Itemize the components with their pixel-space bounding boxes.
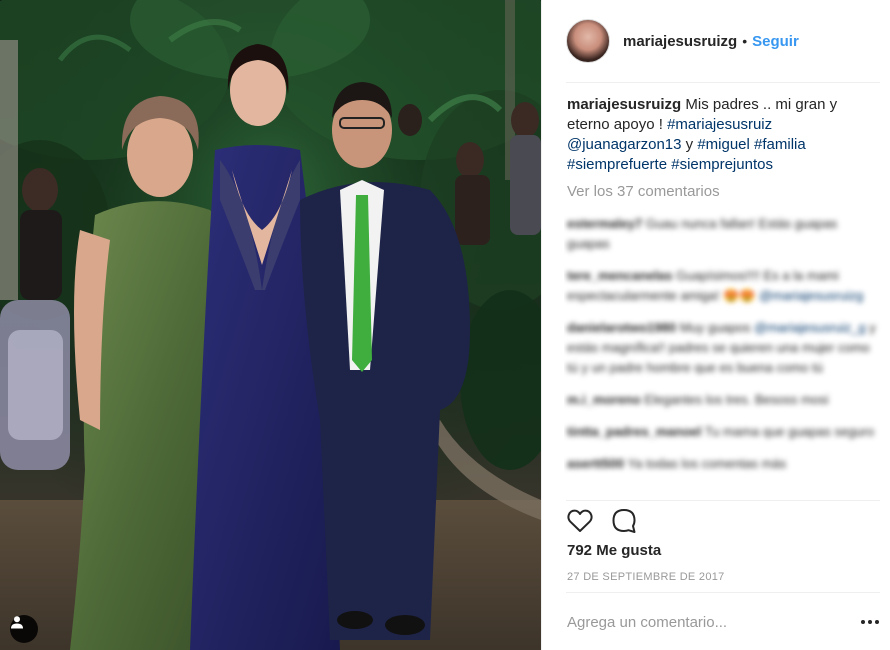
comment-text: Ya todas los comentas más (624, 456, 787, 471)
heart-icon (567, 509, 593, 532)
list-item: m.i_moreno Elegantes los tres. Besoss mo… (564, 384, 882, 416)
list-item: estermaley7 Guau nunca fallan! Estás gua… (564, 208, 882, 260)
hashtag-link[interactable]: #mariajesusruiz (667, 116, 772, 133)
more-options-icon (868, 620, 872, 624)
list-item: danielarotwo1980 Muy guapos @mariajesusr… (564, 312, 882, 384)
comment-username[interactable]: asertt500 (567, 456, 624, 471)
add-comment-input[interactable] (567, 608, 847, 636)
hashtag-link[interactable]: #miguel (697, 136, 750, 153)
likes-count[interactable]: 792 Me gusta (567, 542, 661, 559)
comment-mention[interactable]: @mariajesusruizg (759, 288, 863, 303)
comment-button[interactable] (610, 507, 638, 535)
comment-text: Tu mama que guapas seguro (701, 424, 875, 439)
post-caption: mariajesusruizg Mis padres .. mi gran y … (567, 95, 872, 175)
post-actions (566, 507, 638, 535)
header-username[interactable]: mariajesusruizg (623, 33, 737, 50)
list-item: tintta_padres_manoel Tu mama que guapas … (564, 416, 882, 448)
user-tag-icon (11, 616, 23, 629)
hashtag-link[interactable]: #familia (754, 136, 806, 153)
comment-bubble-icon (612, 509, 636, 533)
view-all-comments-link[interactable]: Ver los 37 comentarios (567, 183, 720, 200)
comment-text: Muy guapos (676, 320, 755, 335)
list-item: tere_mencanelas Guapísimos!!!! Es a la m… (564, 260, 882, 312)
post-side-panel: mariajesusruizg • Seguir mariajesusruizg… (541, 0, 890, 650)
comment-input-divider (566, 592, 880, 593)
comment-text: Elegantes los tres. Besoss mosi (640, 392, 829, 407)
header-divider (566, 82, 880, 83)
more-options-button[interactable] (858, 612, 882, 632)
like-button[interactable] (566, 507, 594, 535)
post-photo[interactable] (0, 0, 541, 650)
comments-list: estermaley7 Guau nunca fallan! Estás gua… (564, 208, 882, 500)
avatar[interactable] (566, 19, 610, 63)
user-tag-button[interactable] (10, 615, 38, 643)
comment-username[interactable]: danielarotwo1980 (567, 320, 676, 335)
comment-username[interactable]: tintta_padres_manoel (567, 424, 701, 439)
more-options-icon (875, 620, 879, 624)
post-date: 27 DE SEPTIEMBRE DE 2017 (567, 571, 725, 583)
comment-username[interactable]: m.i_moreno (567, 392, 641, 407)
post-header: mariajesusruizg • Seguir (542, 0, 890, 82)
hashtag-link[interactable]: #siemprefuerte (567, 156, 667, 173)
follow-button[interactable]: Seguir (752, 33, 799, 50)
actions-divider (566, 500, 880, 501)
header-separator: • (742, 33, 748, 49)
mention-link[interactable]: @juanagarzon13 (567, 136, 681, 153)
list-item: asertt500 Ya todas los comentas más (564, 448, 882, 480)
caption-text: y (681, 136, 698, 153)
comment-username[interactable]: tere_mencanelas (567, 268, 673, 283)
more-options-icon (861, 620, 865, 624)
photo-illustration (0, 0, 541, 650)
comment-mention[interactable]: @mariajesusruiz_g (754, 320, 865, 335)
caption-username[interactable]: mariajesusruizg (567, 96, 681, 113)
hashtag-link[interactable]: #siemprejuntos (671, 156, 773, 173)
comment-username[interactable]: estermaley7 (567, 216, 642, 231)
